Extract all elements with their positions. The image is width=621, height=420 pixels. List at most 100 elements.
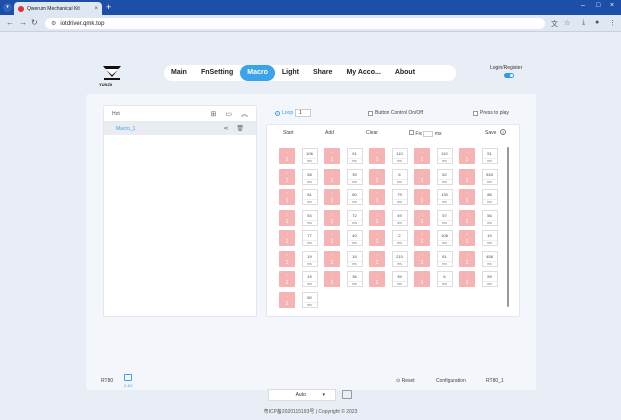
key-step[interactable]: ↓ 1 [279, 291, 295, 308]
key-step[interactable]: ↓ 1 [369, 189, 385, 205]
forward-icon[interactable]: → [19, 18, 27, 27]
dongle-icon[interactable] [124, 374, 132, 381]
key-step[interactable]: ↓ 1 [324, 168, 340, 185]
delay-step[interactable]: 6 ms [436, 271, 453, 287]
key-step[interactable]: ↓ 1 [324, 271, 340, 287]
delay-step[interactable]: 50 ms [301, 291, 318, 308]
window-close-icon[interactable]: × [610, 2, 614, 9]
reload-icon[interactable]: ↻ [31, 18, 38, 27]
fix-delay-input[interactable] [423, 130, 434, 137]
key-step[interactable]: ↓ 1 [459, 189, 475, 205]
translate-icon[interactable]: 文 [551, 19, 558, 29]
key-step[interactable]: ↓ 1 [324, 189, 340, 205]
delay-step[interactable]: 39 ms [391, 271, 408, 287]
save-button[interactable]: Save [485, 130, 496, 136]
scrollbar[interactable] [507, 147, 509, 307]
key-step[interactable]: ↓ 1 [459, 230, 475, 246]
delay-step[interactable]: 36 ms [346, 271, 363, 287]
delay-step[interactable]: 81 ms [301, 189, 318, 205]
delay-step[interactable]: 51 ms [481, 148, 498, 164]
key-step[interactable]: ↓ 1 [279, 250, 295, 267]
tab-my-account[interactable]: My Acco... [339, 65, 387, 81]
delay-step[interactable]: 91 ms [346, 148, 363, 164]
tab-share[interactable]: Share [306, 65, 339, 81]
share-icon[interactable]: ⋖ [223, 125, 228, 132]
key-step[interactable]: ↓ 1 [369, 168, 385, 185]
key-step[interactable]: ↓ 1 [324, 250, 340, 267]
list-item[interactable]: Macro_1 ⋖ 🗑 [104, 122, 256, 135]
connection-toggle[interactable] [504, 73, 514, 78]
delay-step[interactable]: 81 ms [436, 250, 453, 267]
key-step[interactable]: ↓ 1 [369, 209, 385, 226]
help-icon[interactable]: ? [500, 129, 506, 136]
key-step[interactable]: ↓ 1 [324, 230, 340, 246]
tab-fnsetting[interactable]: FnSetting [194, 65, 240, 81]
keyboard-icon[interactable] [342, 390, 352, 399]
delay-step[interactable]: 72 ms [346, 209, 363, 226]
language-select[interactable]: Auto ▾ [268, 389, 336, 401]
start-button[interactable]: Start [283, 130, 294, 136]
download-icon[interactable]: ⤓ [582, 19, 585, 27]
press-to-play-checkbox[interactable] [473, 110, 478, 116]
delay-step[interactable]: 54 ms [301, 209, 318, 226]
key-step[interactable]: ↓ 1 [414, 250, 430, 267]
key-step[interactable]: ↓ 1 [369, 250, 385, 267]
delay-step[interactable]: 40 ms [346, 230, 363, 246]
key-step[interactable]: ↓ 1 [279, 209, 295, 226]
profile-icon[interactable]: ● [595, 19, 599, 26]
key-step[interactable]: ↓ 1 [279, 230, 295, 246]
key-step[interactable]: ↓ 1 [459, 148, 475, 164]
reset-button[interactable]: ⊙ Reset [396, 378, 415, 384]
add-macro-icon[interactable]: ⊞ [211, 110, 217, 118]
button-control-checkbox[interactable] [368, 110, 373, 116]
delay-step[interactable]: 106 ms [301, 148, 318, 164]
delay-step[interactable]: 60 ms [346, 189, 363, 205]
new-tab-icon[interactable]: + [106, 2, 111, 12]
key-step[interactable]: ↓ 1 [459, 271, 475, 287]
key-step[interactable]: ↓ 1 [459, 209, 475, 226]
bookmark-star-icon[interactable]: ☆ [564, 19, 570, 27]
delay-step[interactable]: 210 ms [391, 250, 408, 267]
trash-icon[interactable]: 🗑 [236, 125, 244, 132]
menu-icon[interactable]: ⋮ [609, 19, 616, 27]
key-step[interactable]: ↓ 1 [279, 271, 295, 287]
back-icon[interactable]: ← [6, 18, 14, 27]
folder-icon[interactable]: ▭ [225, 110, 232, 118]
delay-step[interactable]: 130 ms [436, 189, 453, 205]
tab-macro[interactable]: Macro [240, 65, 275, 81]
add-button[interactable]: Add [325, 130, 334, 136]
delay-step[interactable]: 86 ms [481, 189, 498, 205]
delay-step[interactable]: 52 ms [436, 168, 453, 185]
delay-step[interactable]: 39 ms [346, 168, 363, 185]
key-step[interactable]: ↓ 1 [369, 271, 385, 287]
key-step[interactable]: ↓ 1 [459, 250, 475, 267]
key-step[interactable]: ↓ 1 [414, 148, 430, 164]
browser-tab[interactable]: Qwerum Mechanical Kit × [14, 2, 102, 15]
close-icon[interactable]: × [94, 6, 98, 12]
minimize-icon[interactable]: – [581, 2, 585, 9]
tab-main[interactable]: Main [164, 65, 194, 81]
delay-step[interactable]: 458 ms [481, 250, 498, 267]
url-input[interactable]: ⚙ iotdriver.qmk.top [45, 18, 545, 29]
delay-step[interactable]: 16 ms [346, 250, 363, 267]
delay-step[interactable]: 19 ms [481, 230, 498, 246]
delay-step[interactable]: 6 ms [391, 168, 408, 185]
delay-step[interactable]: 545 ms [481, 168, 498, 185]
clear-button[interactable]: Clear [366, 130, 378, 136]
login-register-link[interactable]: Login/Register [490, 65, 522, 71]
delay-step[interactable]: 49 ms [391, 209, 408, 226]
delay-step[interactable]: 56 ms [481, 209, 498, 226]
site-info-icon[interactable]: ⚙ [51, 20, 56, 27]
key-step[interactable]: ↓ 1 [414, 189, 430, 205]
key-step[interactable]: ↓ 1 [324, 209, 340, 226]
delay-step[interactable]: 108 ms [436, 230, 453, 246]
key-step[interactable]: ↓ 1 [414, 271, 430, 287]
key-step[interactable]: ↓ 1 [279, 148, 295, 164]
delay-step[interactable]: 2 ms [391, 230, 408, 246]
delay-step[interactable]: 19 ms [301, 271, 318, 287]
key-step[interactable]: ↓ 1 [414, 209, 430, 226]
tab-search-icon[interactable]: ▾ [3, 3, 12, 12]
delay-step[interactable]: 77 ms [301, 230, 318, 246]
collapse-icon[interactable]: ︽ [241, 109, 248, 119]
delay-step[interactable]: 110 ms [436, 148, 453, 164]
